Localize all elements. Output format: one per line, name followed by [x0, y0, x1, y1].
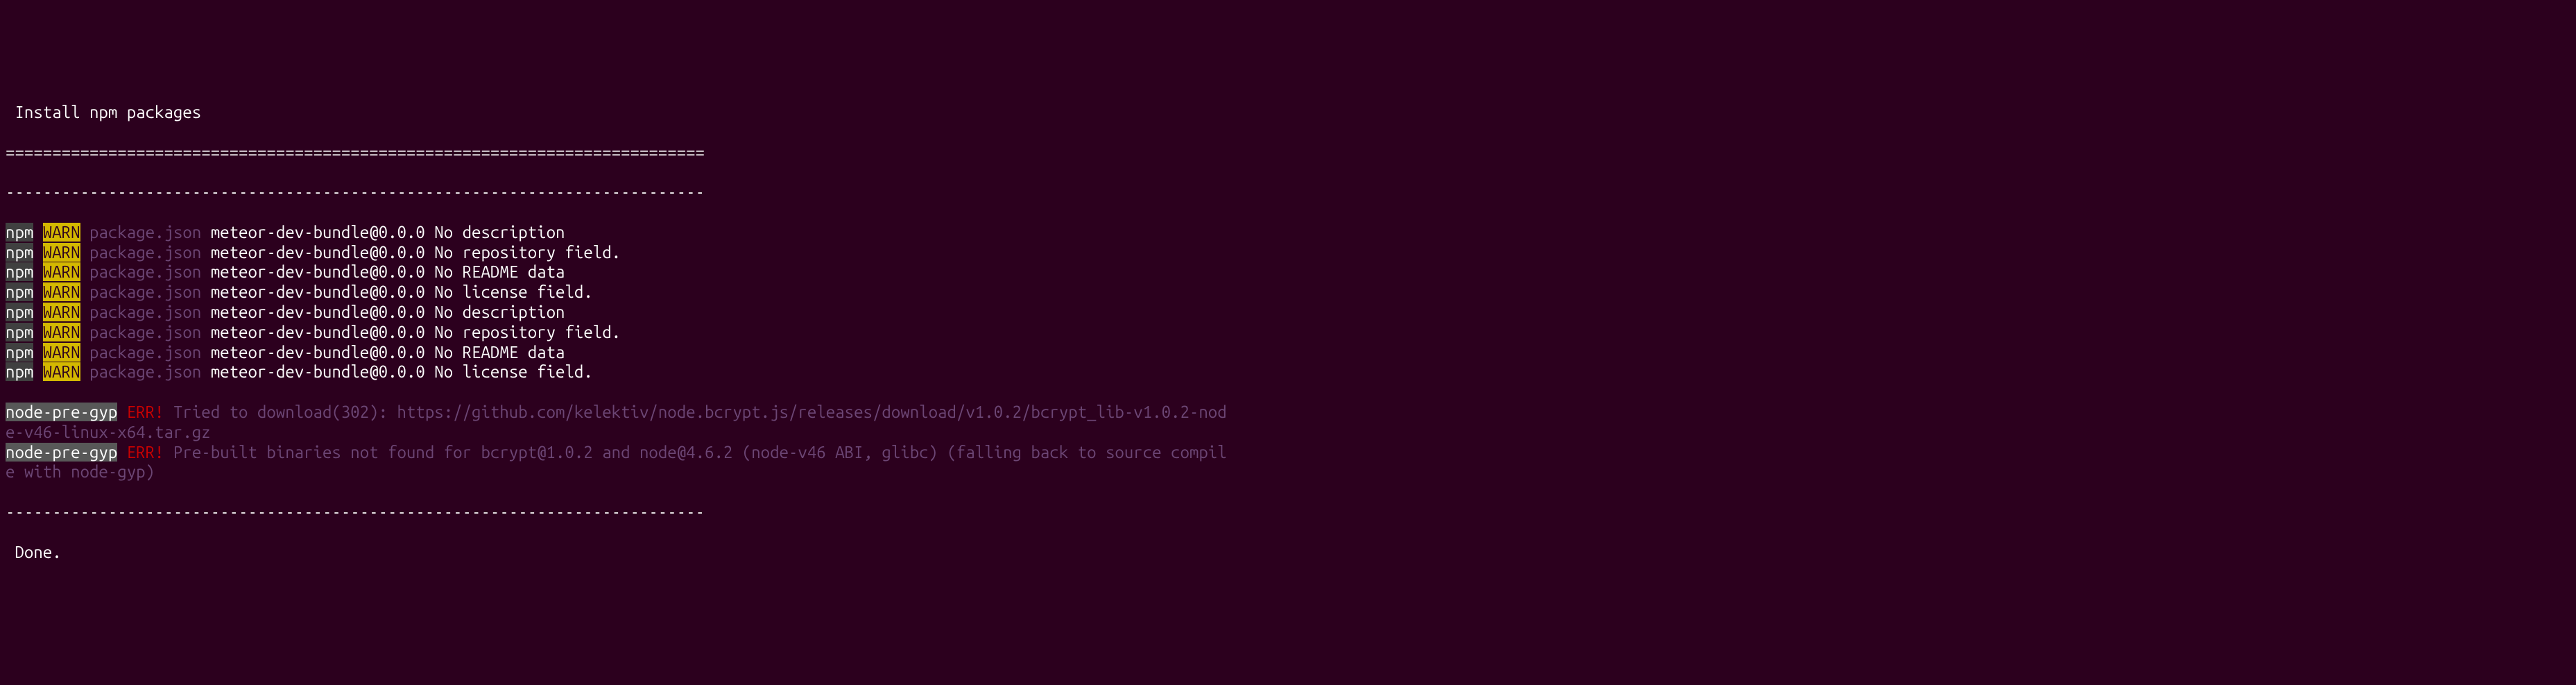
err-level-tag: ERR! — [127, 443, 164, 462]
node-pre-gyp-lines: node-pre-gyp ERR! Tried to download(302)… — [6, 403, 2570, 482]
warn-message: meteor-dev-bundle@0.0.0 No repository fi… — [211, 323, 621, 341]
npm-warn-line: npm WARN package.json meteor-dev-bundle@… — [6, 262, 2570, 282]
warn-message: meteor-dev-bundle@0.0.0 No license field… — [211, 282, 593, 301]
package-json-source: package.json — [89, 223, 201, 242]
err-message-continuation: e-v46-linux-x64.tar.gz — [6, 423, 2570, 443]
separator-dashes: ----------------------------------------… — [6, 183, 2570, 203]
npm-warn-line: npm WARN package.json meteor-dev-bundle@… — [6, 303, 2570, 323]
warn-message: meteor-dev-bundle@0.0.0 No license field… — [211, 362, 593, 381]
warn-message: meteor-dev-bundle@0.0.0 No description — [211, 303, 565, 321]
separator-equals: ========================================… — [6, 143, 2570, 163]
err-level-tag: ERR! — [127, 403, 164, 421]
npm-warn-line: npm WARN package.json meteor-dev-bundle@… — [6, 323, 2570, 343]
warn-level-tag: WARN — [43, 282, 80, 301]
warn-message: meteor-dev-bundle@0.0.0 No README data — [211, 343, 565, 362]
npm-warn-line: npm WARN package.json meteor-dev-bundle@… — [6, 362, 2570, 382]
node-pre-gyp-err-line: node-pre-gyp ERR! Pre-built binaries not… — [6, 443, 2570, 463]
package-json-source: package.json — [89, 262, 201, 281]
npm-tool-tag: npm — [6, 282, 33, 301]
err-message: Tried to download(302): https://github.c… — [173, 403, 1227, 421]
package-json-source: package.json — [89, 282, 201, 301]
npm-tool-tag: npm — [6, 223, 33, 242]
warn-level-tag: WARN — [43, 362, 80, 381]
npm-tool-tag: npm — [6, 323, 33, 341]
warn-level-tag: WARN — [43, 243, 80, 262]
package-json-source: package.json — [89, 303, 201, 321]
npm-warn-line: npm WARN package.json meteor-dev-bundle@… — [6, 343, 2570, 363]
warn-message: meteor-dev-bundle@0.0.0 No description — [211, 223, 565, 242]
npm-tool-tag: npm — [6, 243, 33, 262]
err-message-continuation: e with node-gyp) — [6, 462, 2570, 482]
npm-warn-line: npm WARN package.json meteor-dev-bundle@… — [6, 243, 2570, 263]
warn-message: meteor-dev-bundle@0.0.0 No repository fi… — [211, 243, 621, 262]
warn-level-tag: WARN — [43, 303, 80, 321]
header-title: Install npm packages — [6, 103, 2570, 123]
warn-level-tag: WARN — [43, 262, 80, 281]
terminal-output: Install npm packages ===================… — [6, 83, 2570, 582]
npm-tool-tag: npm — [6, 262, 33, 281]
warn-level-tag: WARN — [43, 223, 80, 242]
warn-message: meteor-dev-bundle@0.0.0 No README data — [211, 262, 565, 281]
package-json-source: package.json — [89, 362, 201, 381]
npm-tool-tag: npm — [6, 362, 33, 381]
npm-tool-tag: npm — [6, 343, 33, 362]
err-message: Pre-built binaries not found for bcrypt@… — [173, 443, 1227, 462]
package-json-source: package.json — [89, 343, 201, 362]
npm-tool-tag: npm — [6, 303, 33, 321]
node-pre-gyp-tool-tag: node-pre-gyp — [6, 443, 117, 462]
warn-level-tag: WARN — [43, 323, 80, 341]
node-pre-gyp-tool-tag: node-pre-gyp — [6, 403, 117, 421]
warn-level-tag: WARN — [43, 343, 80, 362]
separator-dashes-footer: ----------------------------------------… — [6, 502, 2570, 523]
done-text: Done. — [6, 543, 2570, 563]
node-pre-gyp-err-line: node-pre-gyp ERR! Tried to download(302)… — [6, 403, 2570, 423]
npm-warning-lines: npm WARN package.json meteor-dev-bundle@… — [6, 223, 2570, 382]
npm-warn-line: npm WARN package.json meteor-dev-bundle@… — [6, 282, 2570, 303]
package-json-source: package.json — [89, 243, 201, 262]
package-json-source: package.json — [89, 323, 201, 341]
npm-warn-line: npm WARN package.json meteor-dev-bundle@… — [6, 223, 2570, 243]
